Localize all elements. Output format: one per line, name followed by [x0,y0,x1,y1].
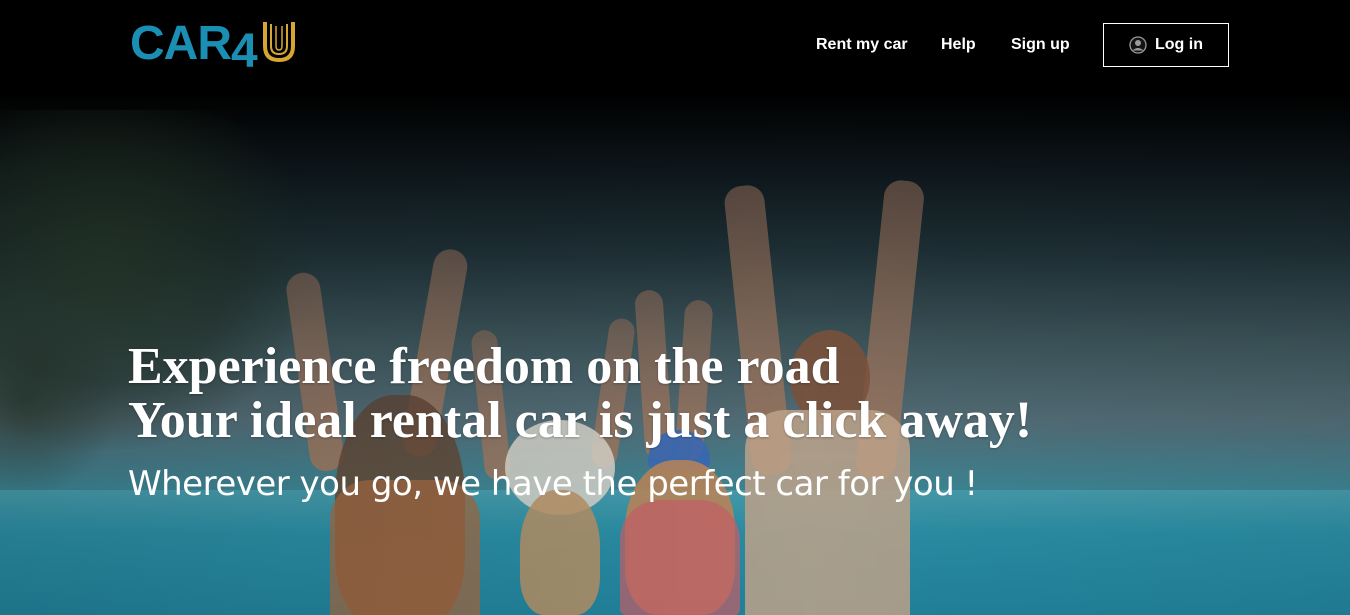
login-button[interactable]: Log in [1103,23,1229,67]
top-navbar: CAR4 Rent my car Help Sign up Log in [0,0,1350,90]
nav-help[interactable]: Help [941,36,976,54]
nav-sign-up[interactable]: Sign up [1011,36,1070,54]
hero-overlay [0,0,1350,615]
login-label: Log in [1155,36,1203,53]
user-circle-icon [1129,36,1147,54]
brand-logo[interactable]: CAR4 [130,16,330,78]
nav-rent-my-car[interactable]: Rent my car [816,36,908,54]
hero-headline-line2: Your ideal rental car is just a click aw… [128,392,1033,449]
logo-wordmark: CAR4 [130,17,258,78]
hero-headline-line1: Experience freedom on the road [128,338,840,395]
hero-background-image [0,0,1350,615]
hero-subtitle: Wherever you go, we have the perfect car… [128,464,978,504]
hero-headline: Experience freedom on the road Your idea… [128,340,1032,448]
u-road-icon [262,22,295,63]
